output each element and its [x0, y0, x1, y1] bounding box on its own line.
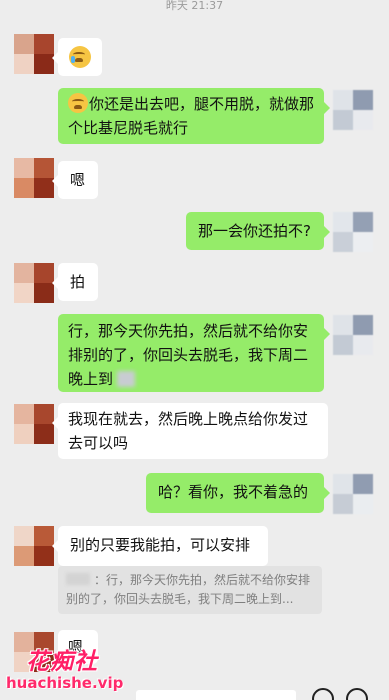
- self-avatar[interactable]: [333, 90, 373, 130]
- message-bubble-incoming[interactable]: 嗯: [52, 161, 98, 199]
- grimacing-face-emoji: [68, 93, 88, 113]
- message-text: 拍: [70, 273, 86, 291]
- contact-avatar[interactable]: [14, 34, 54, 74]
- message-text: 行，那今天你先拍，然后就不给你安排别的了，你回头去脱毛，我下周二晚上到: [68, 322, 309, 388]
- redacted-name: [66, 573, 90, 585]
- self-avatar[interactable]: [333, 474, 373, 514]
- message-bubble-outgoing[interactable]: 行，那今天你先拍，然后就不给你安排别的了，你回头去脱毛，我下周二晚上到: [58, 314, 330, 392]
- message-bubble-incoming[interactable]: [52, 38, 102, 76]
- message-bubble-outgoing[interactable]: 哈？看你，我不着急的: [146, 473, 330, 513]
- message-timestamp: 昨天 21:37: [165, 0, 224, 12]
- plus-button-icon[interactable]: [346, 688, 368, 700]
- message-bubble-incoming[interactable]: 别的只要我能拍，可以安排: [52, 526, 268, 566]
- message-bubble-incoming[interactable]: 我现在就去，然后晚上晚点给你发过去可以吗: [52, 403, 328, 459]
- message-text: 嗯: [70, 171, 86, 189]
- contact-avatar[interactable]: [14, 263, 54, 303]
- contact-avatar[interactable]: [14, 526, 54, 566]
- message-text: 那一会你还拍不?: [198, 222, 311, 240]
- message-input[interactable]: [136, 690, 296, 700]
- message-bubble-outgoing[interactable]: 你还是出去吧，腿不用脱，就做那个比基尼脱毛就行: [58, 88, 330, 144]
- contact-avatar[interactable]: [14, 158, 54, 198]
- message-text: 我现在就去，然后晚上晚点给你发过去可以吗: [68, 410, 309, 452]
- watermark-title: 花痴社: [26, 648, 98, 675]
- quoted-message[interactable]: ：行，那今天你先拍，然后就不给你安排别的了，你回头去脱毛，我下周二晚上到...: [58, 566, 322, 614]
- watermark-url: huachishe.vip: [6, 674, 124, 692]
- message-text: 别的只要我能拍，可以安排: [70, 536, 251, 554]
- quoted-text: ：行，那今天你先拍，然后就不给你安排别的了，你回头去脱毛，我下周二晚上到...: [66, 573, 311, 606]
- message-text: 哈？看你，我不着急的: [158, 483, 309, 501]
- emoji-button-icon[interactable]: [312, 688, 334, 700]
- message-bubble-outgoing[interactable]: 那一会你还拍不?: [186, 212, 330, 250]
- watermark-logo: 花痴社 huachishe.vip: [6, 642, 136, 694]
- self-avatar[interactable]: [333, 315, 373, 355]
- crying-face-emoji: [69, 46, 91, 68]
- message-text: 你还是出去吧，腿不用脱，就做那个比基尼脱毛就行: [68, 95, 315, 137]
- contact-avatar[interactable]: [14, 404, 54, 444]
- message-bubble-incoming[interactable]: 拍: [52, 263, 98, 301]
- self-avatar[interactable]: [333, 212, 373, 252]
- redacted-text: [117, 371, 136, 387]
